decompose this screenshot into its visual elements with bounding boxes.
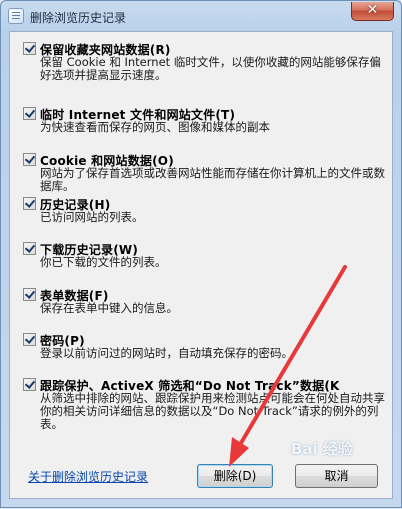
- passwords-checkbox[interactable]: [23, 333, 36, 346]
- cancel-button[interactable]: 取消: [295, 464, 378, 488]
- history-checkbox[interactable]: [23, 197, 36, 210]
- option-description: 为快速查看而保存的网页、图像和媒体的副本: [40, 120, 270, 134]
- option-description: 你已下载的文件的列表。: [40, 255, 167, 269]
- option-description: 从筛选中排除的网站、跟踪保护用来检测站点可能会在何处自动共享你的相关访问详细信息…: [40, 391, 385, 431]
- dialog-icon: [8, 8, 24, 24]
- about-deleting-history-link[interactable]: 关于删除浏览历史记录: [28, 468, 148, 485]
- download-history-checkbox[interactable]: [23, 242, 36, 255]
- temporary-files-checkbox[interactable]: [23, 107, 36, 120]
- watermark-logo: Bai 经验: [291, 440, 353, 458]
- title-bar[interactable]: 删除浏览历史记录 ✕: [1, 1, 401, 31]
- tracking-protection-checkbox[interactable]: [23, 378, 36, 391]
- dialog-content: 保留收藏夹网站数据(R) 保留 Cookie 和 Internet 临时文件，以…: [9, 31, 393, 499]
- option-description: 保存在表单中键入的信息。: [40, 301, 178, 315]
- close-icon: ✕: [366, 2, 379, 18]
- cookies-checkbox[interactable]: [23, 153, 36, 166]
- delete-browsing-history-dialog: 删除浏览历史记录 ✕ 保留收藏夹网站数据(R) 保留 Cookie 和 Inte…: [0, 0, 402, 508]
- option-description: 网站为了保存首选项或改善网站性能而存储在你计算机上的文件或数据库。: [40, 166, 385, 193]
- close-button[interactable]: ✕: [351, 2, 394, 21]
- delete-button[interactable]: 删除(D): [197, 464, 273, 488]
- form-data-checkbox[interactable]: [23, 288, 36, 301]
- option-description: 已访问网站的列表。: [40, 210, 144, 224]
- window-title: 删除浏览历史记录: [30, 11, 127, 25]
- preserve-favorites-checkbox[interactable]: [23, 42, 36, 55]
- option-description: 登录以前访问过的网站时，自动填充保存的密码。: [40, 346, 293, 360]
- option-description: 保留 Cookie 和 Internet 临时文件，以使你收藏的网站能够保存偏好…: [40, 55, 381, 82]
